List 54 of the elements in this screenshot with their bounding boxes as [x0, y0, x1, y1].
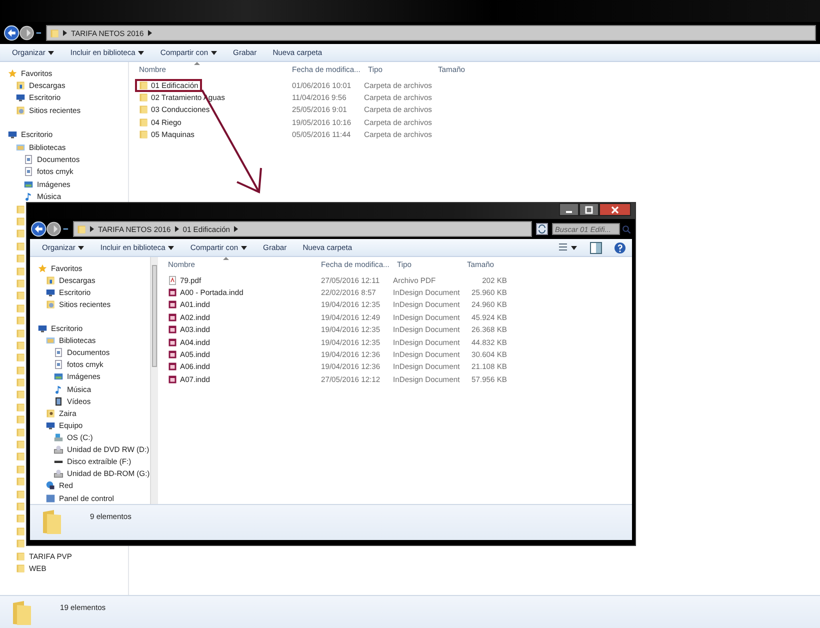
- close-button[interactable]: [599, 203, 631, 216]
- picture-icon: [24, 180, 33, 189]
- folder-icon: [42, 509, 62, 535]
- chevron-icon[interactable]: [63, 30, 67, 36]
- view-options-icon[interactable]: [558, 242, 578, 254]
- caret-icon: [48, 50, 54, 54]
- computer-icon: [46, 420, 55, 430]
- help-icon[interactable]: [614, 242, 626, 254]
- control-panel-icon: [46, 494, 55, 503]
- music-note-icon: [24, 192, 33, 202]
- chevron-icon[interactable]: [174, 226, 179, 232]
- caret-icon: [211, 50, 218, 54]
- caret-icon: [241, 246, 248, 250]
- clock-folder-icon: [46, 300, 55, 309]
- film-icon: [54, 396, 63, 406]
- back-forward-icon[interactable]: [31, 221, 69, 237]
- back-forward-icon[interactable]: [4, 25, 42, 41]
- caret-icon: [168, 246, 174, 250]
- sort-arrow-icon: [194, 62, 200, 64]
- pdf-file-icon: [168, 276, 177, 285]
- monitor-icon: [38, 324, 47, 333]
- close-icon: [610, 206, 620, 214]
- library-icon: [16, 142, 25, 152]
- user-folder-icon: [46, 408, 55, 418]
- minimize-button[interactable]: [559, 203, 579, 216]
- picture-icon: [54, 372, 63, 382]
- network-icon: [46, 481, 55, 490]
- monitor-icon: [8, 130, 17, 140]
- sort-arrow-icon: [223, 256, 229, 260]
- disc-drive-icon: [54, 445, 63, 454]
- folder-icon: [12, 600, 32, 626]
- chevron-icon[interactable]: [234, 226, 238, 232]
- caret-icon: [78, 246, 84, 250]
- monitor-icon: [46, 288, 55, 297]
- refresh-icon[interactable]: [536, 223, 548, 235]
- folder-icon: [50, 28, 59, 38]
- drive-icon: [54, 432, 63, 442]
- star-icon: [38, 264, 47, 273]
- chevron-icon[interactable]: [148, 30, 152, 36]
- scrollbar[interactable]: [150, 257, 158, 504]
- folder-icon: [77, 224, 86, 234]
- download-folder-icon: [16, 81, 25, 90]
- download-folder-icon: [46, 276, 55, 285]
- chevron-icon[interactable]: [90, 226, 94, 232]
- maximize-icon: [584, 206, 594, 214]
- library-icon: [46, 336, 55, 346]
- clock-folder-icon: [16, 106, 25, 115]
- preview-pane-icon[interactable]: [590, 242, 602, 254]
- disc-drive-icon: [54, 469, 63, 478]
- maximize-button[interactable]: [579, 203, 599, 216]
- caret-icon: [138, 50, 144, 54]
- monitor-icon: [16, 93, 25, 102]
- music-note-icon: [54, 384, 63, 394]
- star-icon: [8, 68, 17, 78]
